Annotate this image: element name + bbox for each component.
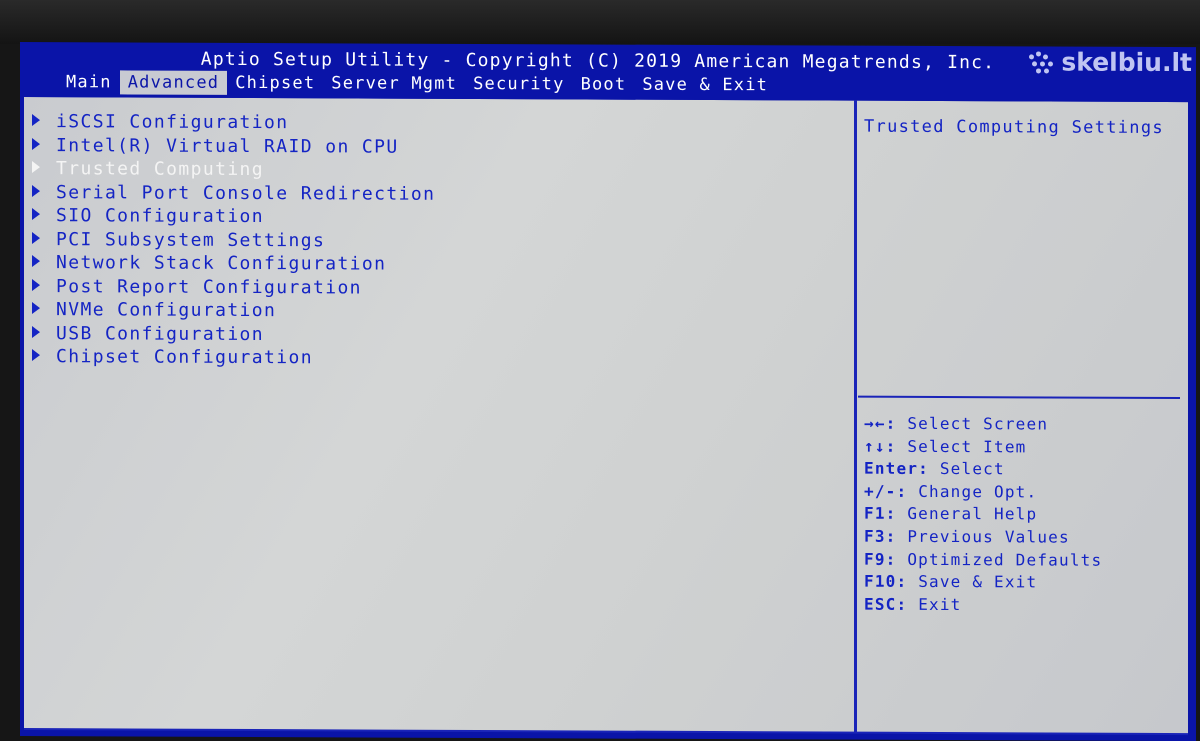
menu-item[interactable]: Post Report Configuration (32, 276, 362, 299)
key-hint-action: Previous Values (907, 526, 1070, 547)
monitor-bezel (0, 0, 1200, 44)
submenu-arrow-icon (32, 255, 40, 268)
submenu-arrow-icon (32, 349, 40, 362)
tab-save-exit[interactable]: Save & Exit (634, 73, 776, 98)
key-hint: F9: Optimized Defaults (864, 548, 1102, 571)
menu-item[interactable]: NVMe Configuration (32, 299, 276, 322)
key-hint-action: Save & Exit (918, 572, 1038, 592)
menu-item[interactable]: Network Stack Configuration (32, 252, 386, 276)
menu-item-label: Trusted Computing (56, 158, 265, 181)
submenu-arrow-icon (32, 279, 40, 292)
key-hint-key: F10: (864, 571, 908, 592)
key-hint-action: Exit (918, 594, 962, 614)
key-hint-action: Select Item (907, 436, 1027, 456)
key-hint-key: Enter: (864, 458, 929, 479)
menu-item[interactable]: PCI Subsystem Settings (32, 229, 325, 252)
key-hint: F3: Previous Values (864, 526, 1070, 549)
menu-item-label: Post Report Configuration (56, 276, 362, 299)
key-hint-action: Change Opt. (918, 481, 1038, 502)
menu-item-label: Intel(R) Virtual RAID on CPU (56, 135, 399, 158)
submenu-arrow-icon (32, 138, 40, 151)
key-hint: Enter: Select (864, 458, 1005, 481)
help-description: Trusted Computing Settings (864, 116, 1164, 138)
content-area: iSCSI Configuration Intel(R) Virtual RAID… (24, 96, 1188, 735)
key-hint-key: ESC: (864, 594, 908, 614)
menu-item-label: iSCSI Configuration (56, 111, 289, 134)
menu-item[interactable]: Serial Port Console Redirection (32, 182, 435, 206)
menu-item[interactable]: USB Configuration (32, 323, 264, 346)
submenu-arrow-icon (32, 161, 40, 174)
menu-item-label: Network Stack Configuration (56, 252, 387, 275)
key-hint-key: →←: (864, 413, 897, 433)
submenu-arrow-icon (32, 114, 40, 127)
menu-item-label: SIO Configuration (56, 205, 265, 228)
key-hint: ESC: Exit (864, 593, 962, 615)
menu-item-label: Serial Port Console Redirection (56, 182, 436, 205)
key-hint-action: Optimized Defaults (907, 549, 1103, 570)
key-hint: ↑↓: Select Item (864, 435, 1027, 458)
key-hint: F10: Save & Exit (864, 571, 1037, 594)
watermark-logo-icon (1029, 51, 1055, 74)
menu-item[interactable]: Chipset Configuration (32, 346, 313, 369)
key-hint: F1: General Help (864, 503, 1037, 526)
menu-pane: iSCSI Configuration Intel(R) Virtual RAID… (24, 97, 854, 733)
menu-item[interactable]: iSCSI Configuration (32, 111, 289, 134)
tab-advanced[interactable]: Advanced (119, 70, 228, 95)
key-hint-action: Select (939, 459, 1005, 479)
watermark: skelbiu.lt (1029, 48, 1192, 77)
key-hint-key: ↑↓: (864, 436, 897, 456)
key-hint-key: F9: (864, 549, 897, 569)
submenu-arrow-icon (32, 326, 40, 339)
help-separator (858, 395, 1180, 400)
key-hint-action: General Help (907, 504, 1038, 524)
watermark-text: skelbiu.lt (1061, 47, 1192, 78)
menu-item[interactable]: Trusted Computing (32, 158, 264, 181)
menu-item-label: USB Configuration (56, 323, 265, 346)
bios-screen: Aptio Setup Utility - Copyright (C) 2019… (20, 42, 1196, 741)
tab-bar: Main Advanced Chipset Server Mgmt Security Bo… (20, 70, 776, 99)
submenu-arrow-icon (32, 232, 40, 245)
submenu-arrow-icon (32, 208, 40, 221)
menu-item[interactable]: SIO Configuration (32, 205, 264, 228)
key-hint-key: +/-: (864, 481, 908, 501)
key-legend: →←: Select Screen ↑↓: Select Item Enter: S… (858, 101, 1188, 614)
menu-item[interactable]: Intel(R) Virtual RAID on CPU (32, 135, 399, 159)
menu-item-label: NVMe Configuration (56, 299, 277, 322)
help-pane: Trusted Computing Settings →←: Select Sc… (858, 101, 1188, 734)
submenu-arrow-icon (32, 302, 40, 315)
tab-main[interactable]: Main (58, 70, 120, 94)
key-hint-key: F1: (864, 504, 897, 524)
tab-chipset[interactable]: Chipset (227, 71, 323, 95)
tab-boot[interactable]: Boot (573, 72, 635, 96)
tab-server-mgmt[interactable]: Server Mgmt (323, 71, 465, 96)
submenu-arrow-icon (32, 185, 40, 198)
key-hint-key: F3: (864, 526, 897, 546)
pane-divider (854, 100, 857, 733)
menu-item-label: Chipset Configuration (56, 346, 313, 369)
menu-item-label: PCI Subsystem Settings (56, 229, 326, 252)
key-hint: +/-: Change Opt. (864, 480, 1037, 503)
tab-security[interactable]: Security (465, 72, 572, 96)
key-hint-action: Select Screen (907, 413, 1049, 434)
key-hint: →←: Select Screen (864, 413, 1048, 436)
